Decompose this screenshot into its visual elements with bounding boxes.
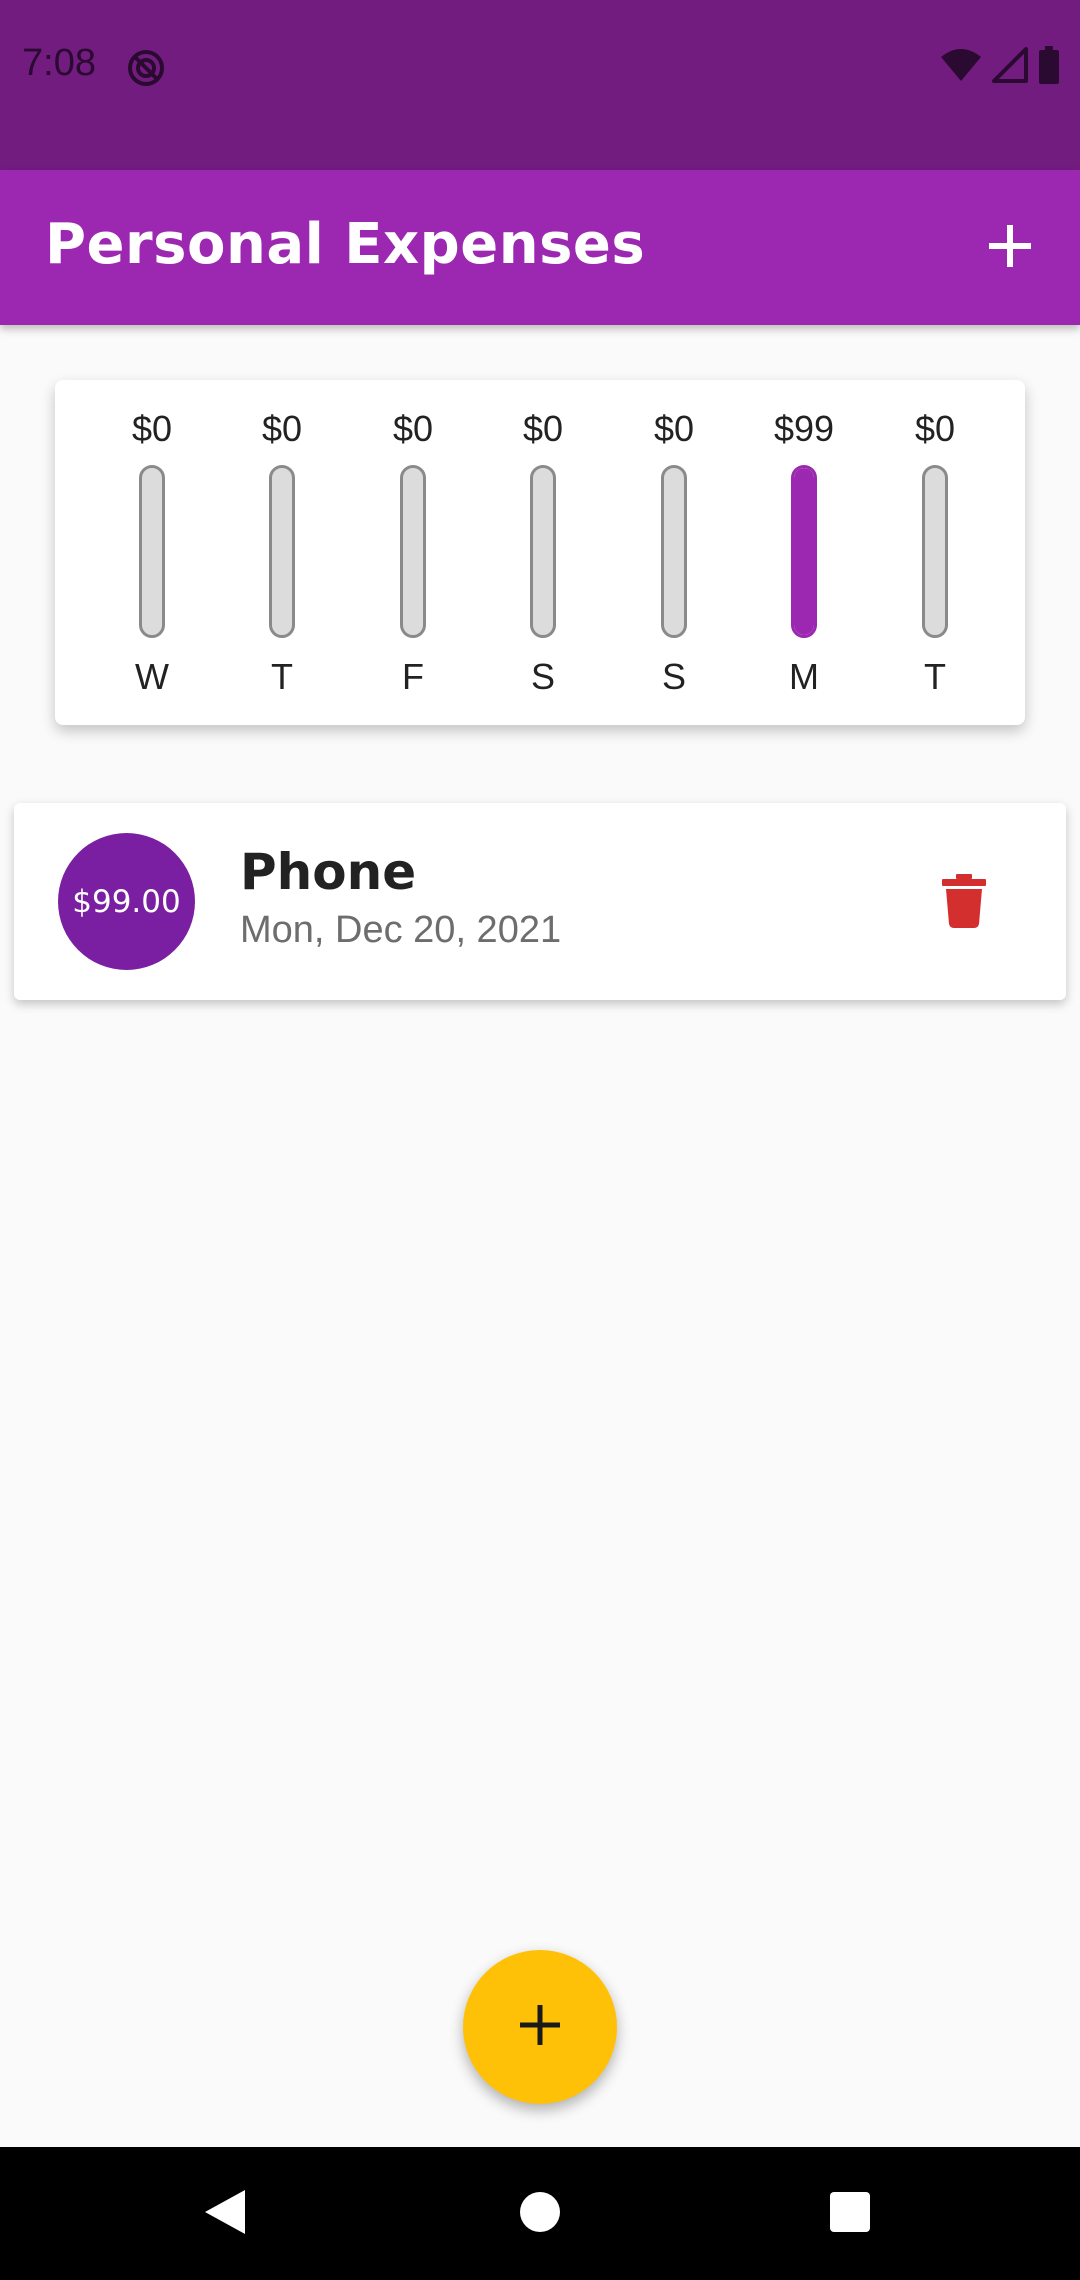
fab-add-button[interactable] <box>463 1950 617 2104</box>
chart-bar-track <box>661 465 687 638</box>
chart-bar-column: $0 S <box>609 380 739 725</box>
home-icon <box>519 2191 561 2238</box>
chart-amount-label: $0 <box>914 408 956 449</box>
chart-day-label: W <box>135 656 169 697</box>
status-time: 7:08 <box>22 42 96 84</box>
recents-icon <box>829 2191 871 2238</box>
back-icon <box>203 2188 247 2241</box>
chart-bar-column: $99 M <box>739 380 869 725</box>
chart-bar-track <box>269 465 295 638</box>
delete-button[interactable] <box>934 871 994 935</box>
chart-day-label: F <box>402 656 424 697</box>
chart-bar-track <box>400 465 426 638</box>
transaction-title: Phone <box>240 843 417 901</box>
chart-amount-label: $0 <box>653 408 695 449</box>
plus-icon <box>987 223 1033 274</box>
chart-amount-label: $0 <box>392 408 434 449</box>
chart-day-label: T <box>924 656 946 697</box>
chart-amount-label: $0 <box>261 408 303 449</box>
do-not-disturb-icon <box>126 48 166 88</box>
plus-icon <box>518 2003 562 2052</box>
chart-day-label: T <box>271 656 293 697</box>
chart-bar-column: $0 W <box>87 380 217 725</box>
list-item: $99.00 Phone Mon, Dec 20, 2021 <box>14 803 1066 1000</box>
recents-button[interactable] <box>813 2177 887 2251</box>
chart-amount-label: $99 <box>773 408 835 449</box>
battery-icon <box>1038 46 1060 89</box>
status-bar: 7:08 <box>0 0 1080 170</box>
back-button[interactable] <box>188 2177 262 2251</box>
chart-bar-column: $0 T <box>217 380 347 725</box>
transaction-date: Mon, Dec 20, 2021 <box>240 909 562 951</box>
app-bar: Personal Expenses <box>0 170 1080 325</box>
chart-bar-column: $0 S <box>478 380 608 725</box>
trash-icon <box>942 873 986 933</box>
add-expense-button[interactable] <box>970 208 1050 288</box>
chart-bar-column: $0 T <box>870 380 1000 725</box>
chart-bar-track <box>139 465 165 638</box>
chart-bar-track <box>791 465 817 638</box>
weekly-chart-card: $0 W $0 T $0 F $0 S $0 S $99 M $0 T <box>55 380 1025 725</box>
chart-bar-column: $0 F <box>348 380 478 725</box>
wifi-icon <box>940 47 982 88</box>
status-icons <box>940 46 1060 89</box>
chart-day-label: M <box>789 656 819 697</box>
chart-day-label: S <box>661 656 686 697</box>
chart-bar-track <box>922 465 948 638</box>
chart-bar-fill <box>794 468 814 635</box>
home-button[interactable] <box>503 2177 577 2251</box>
chart-amount-label: $0 <box>131 408 173 449</box>
nav-bar <box>0 2147 1080 2280</box>
chart-day-label: S <box>530 656 555 697</box>
amount-avatar: $99.00 <box>58 833 195 970</box>
signal-icon <box>992 47 1028 88</box>
chart-amount-label: $0 <box>522 408 564 449</box>
chart-bar-track <box>530 465 556 638</box>
page-title: Personal Expenses <box>45 212 646 277</box>
